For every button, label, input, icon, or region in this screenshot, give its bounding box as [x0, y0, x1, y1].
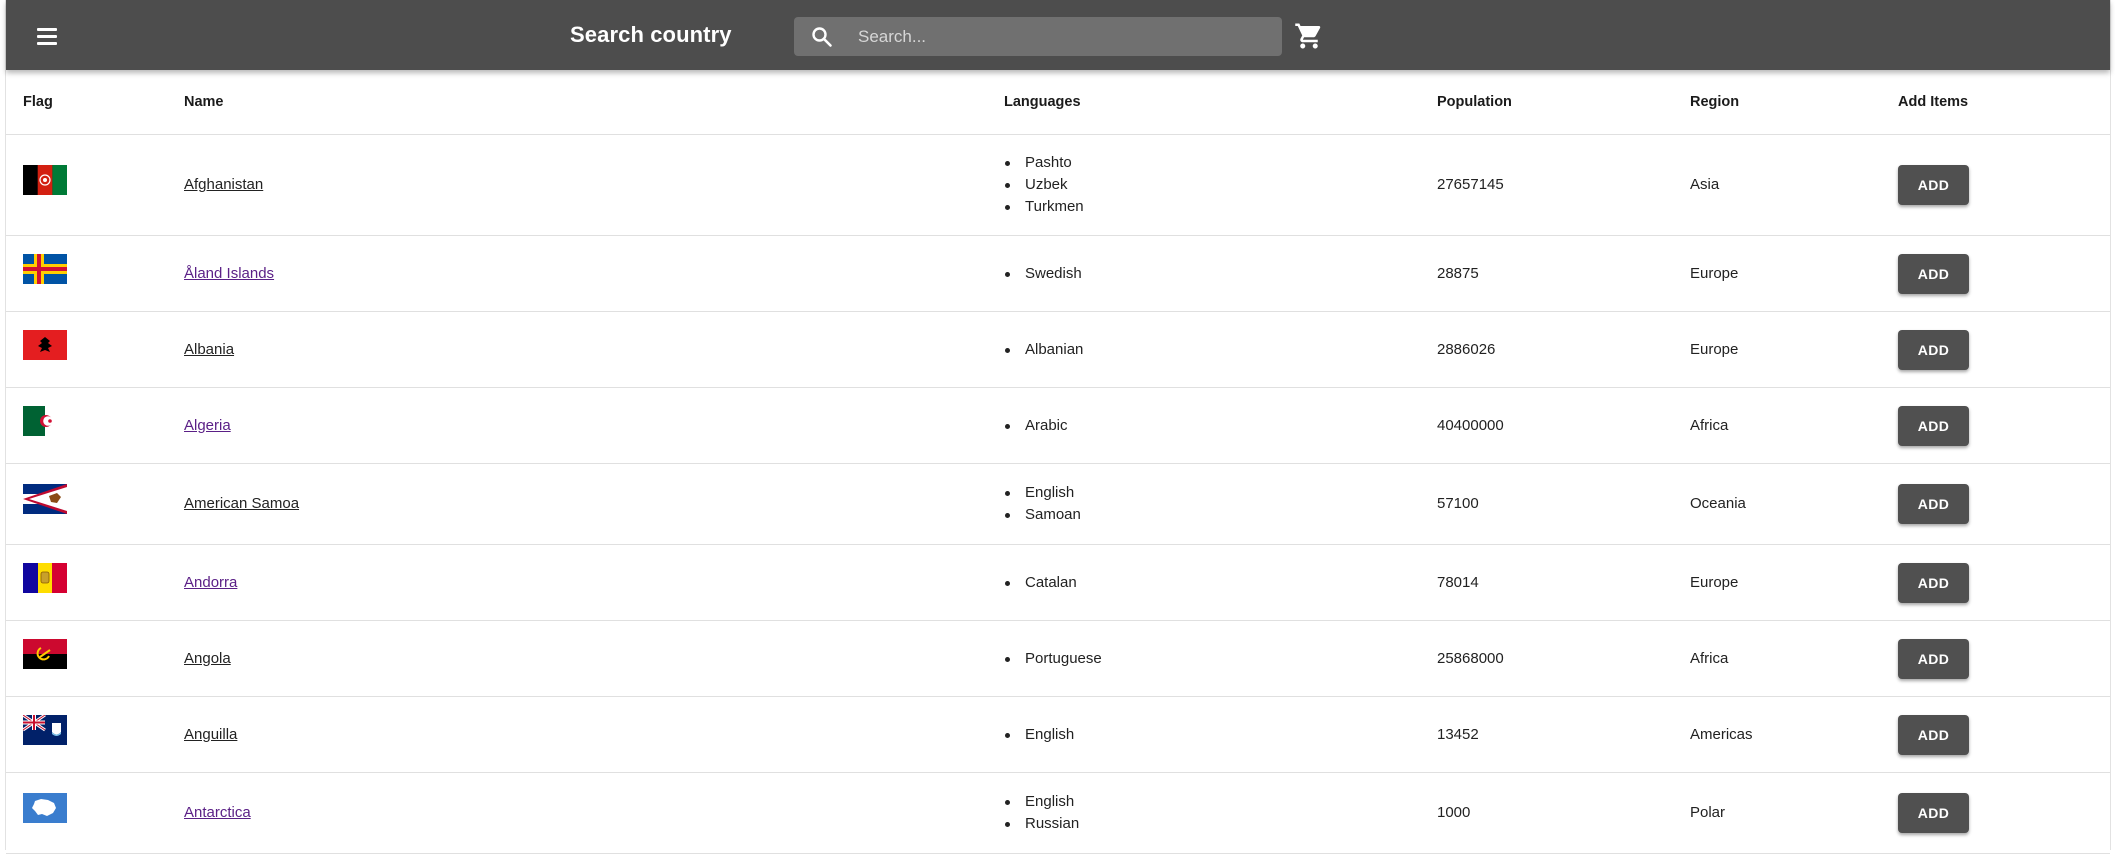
language-item: English	[1004, 724, 1074, 746]
flag-andorra-icon	[23, 562, 67, 593]
region-value: Africa	[1690, 649, 1729, 667]
page-title: Search country	[570, 22, 732, 47]
population-value: 25868000	[1437, 649, 1504, 667]
menu-icon[interactable]	[29, 20, 63, 52]
table-row: Algeria Arabic 40400000 Africa ADD	[6, 388, 2110, 464]
population-value: 2886026	[1437, 340, 1496, 358]
languages-list: English Samoan	[1004, 482, 1081, 526]
language-item: Arabic	[1004, 415, 1068, 437]
cart-icon[interactable]	[1294, 21, 1324, 51]
table-row: Andorra Catalan 78014 Europe ADD	[6, 545, 2110, 621]
header-population: Population	[1437, 94, 1512, 110]
flag-algeria-icon	[23, 405, 67, 436]
language-item: Albanian	[1004, 339, 1083, 361]
add-button[interactable]: ADD	[1898, 484, 1969, 524]
country-name-link[interactable]: Algeria	[184, 417, 231, 434]
country-name-link[interactable]: Albania	[184, 341, 234, 358]
header-add-items: Add Items	[1898, 94, 1969, 110]
region-value: Europe	[1690, 340, 1739, 358]
flag-anguilla-icon	[23, 714, 67, 745]
population-value: 1000	[1437, 804, 1471, 821]
search-bar[interactable]	[794, 17, 1282, 56]
flag-antarctica-icon	[23, 793, 67, 823]
add-button[interactable]: ADD	[1898, 638, 1969, 679]
table-row: Afghanistan Pashto Uzbek Turkmen 27657145 Asi…	[6, 135, 2110, 236]
search-input[interactable]	[856, 19, 1270, 55]
add-button[interactable]: ADD	[1898, 405, 1969, 446]
language-item: Portuguese	[1004, 648, 1102, 670]
header-name: Name	[184, 94, 224, 110]
table-header: Flag Name Languages Population Region Ad…	[6, 70, 2110, 135]
add-button[interactable]: ADD	[1898, 253, 1969, 294]
languages-list: Pashto Uzbek Turkmen	[1004, 152, 1084, 218]
language-item: Pashto	[1004, 152, 1084, 174]
country-name-link[interactable]: Antarctica	[184, 804, 251, 821]
region-value: Polar	[1690, 804, 1726, 821]
languages-list: English	[1004, 724, 1074, 746]
header-languages: Languages	[1004, 94, 1081, 110]
flag-albania-icon	[23, 329, 67, 360]
language-item: English	[1004, 791, 1079, 813]
country-name-link[interactable]: Åland Islands	[184, 265, 274, 282]
language-item: Russian	[1004, 813, 1079, 835]
app-frame: Search country Flag Name Languages Popul…	[5, 0, 2111, 854]
add-button[interactable]: ADD	[1898, 562, 1969, 603]
table-row: Åland Islands Swedish 28875 Europe ADD	[6, 236, 2110, 312]
country-table: Flag Name Languages Population Region Ad…	[6, 70, 2110, 854]
region-value: Oceania	[1690, 495, 1746, 512]
flag-aland-islands-icon	[23, 253, 67, 284]
flag-afghanistan-icon	[23, 165, 67, 195]
population-value: 57100	[1437, 495, 1479, 512]
population-value: 27657145	[1437, 176, 1504, 193]
region-value: Americas	[1690, 725, 1753, 743]
table-row: Albania Albanian 2886026 Europe ADD	[6, 312, 2110, 388]
languages-list: Arabic	[1004, 415, 1068, 437]
table-body: Afghanistan Pashto Uzbek Turkmen 27657145 Asi…	[6, 135, 2110, 854]
region-value: Europe	[1690, 573, 1739, 591]
language-item: Swedish	[1004, 263, 1082, 285]
search-icon	[812, 27, 832, 47]
header-flag: Flag	[23, 94, 53, 110]
flag-angola-icon	[23, 638, 67, 669]
language-item: Uzbek	[1004, 174, 1084, 196]
country-name-link[interactable]: Andorra	[184, 574, 237, 591]
language-item: English	[1004, 482, 1081, 504]
population-value: 78014	[1437, 573, 1479, 591]
country-name-link[interactable]: Anguilla	[184, 726, 237, 743]
region-value: Asia	[1690, 176, 1720, 193]
add-button[interactable]: ADD	[1898, 793, 1969, 833]
language-item: Catalan	[1004, 572, 1077, 594]
table-row: American Samoa English Samoan 57100 Oceania A…	[6, 464, 2110, 545]
table-row: Antarctica English Russian 1000 Polar ADD	[6, 773, 2110, 854]
language-item: Samoan	[1004, 504, 1081, 526]
flag-american-samoa-icon	[23, 484, 67, 514]
languages-list: English Russian	[1004, 791, 1079, 835]
country-name-link[interactable]: American Samoa	[184, 495, 299, 512]
languages-list: Catalan	[1004, 572, 1077, 594]
language-item: Turkmen	[1004, 196, 1084, 218]
table-row: Angola Portuguese 25868000 Africa ADD	[6, 621, 2110, 697]
languages-list: Portuguese	[1004, 648, 1102, 670]
top-toolbar: Search country	[6, 0, 2110, 70]
header-region: Region	[1690, 94, 1740, 110]
country-name-link[interactable]: Angola	[184, 650, 231, 667]
region-value: Africa	[1690, 416, 1729, 434]
add-button[interactable]: ADD	[1898, 714, 1969, 755]
population-value: 28875	[1437, 264, 1479, 282]
add-button[interactable]: ADD	[1898, 329, 1969, 370]
table-row: Anguilla English 13452 Americas ADD	[6, 697, 2110, 773]
add-button[interactable]: ADD	[1898, 165, 1969, 205]
country-name-link[interactable]: Afghanistan	[184, 176, 263, 193]
languages-list: Albanian	[1004, 339, 1083, 361]
languages-list: Swedish	[1004, 263, 1082, 285]
region-value: Europe	[1690, 264, 1739, 282]
population-value: 40400000	[1437, 416, 1504, 434]
population-value: 13452	[1437, 725, 1479, 743]
